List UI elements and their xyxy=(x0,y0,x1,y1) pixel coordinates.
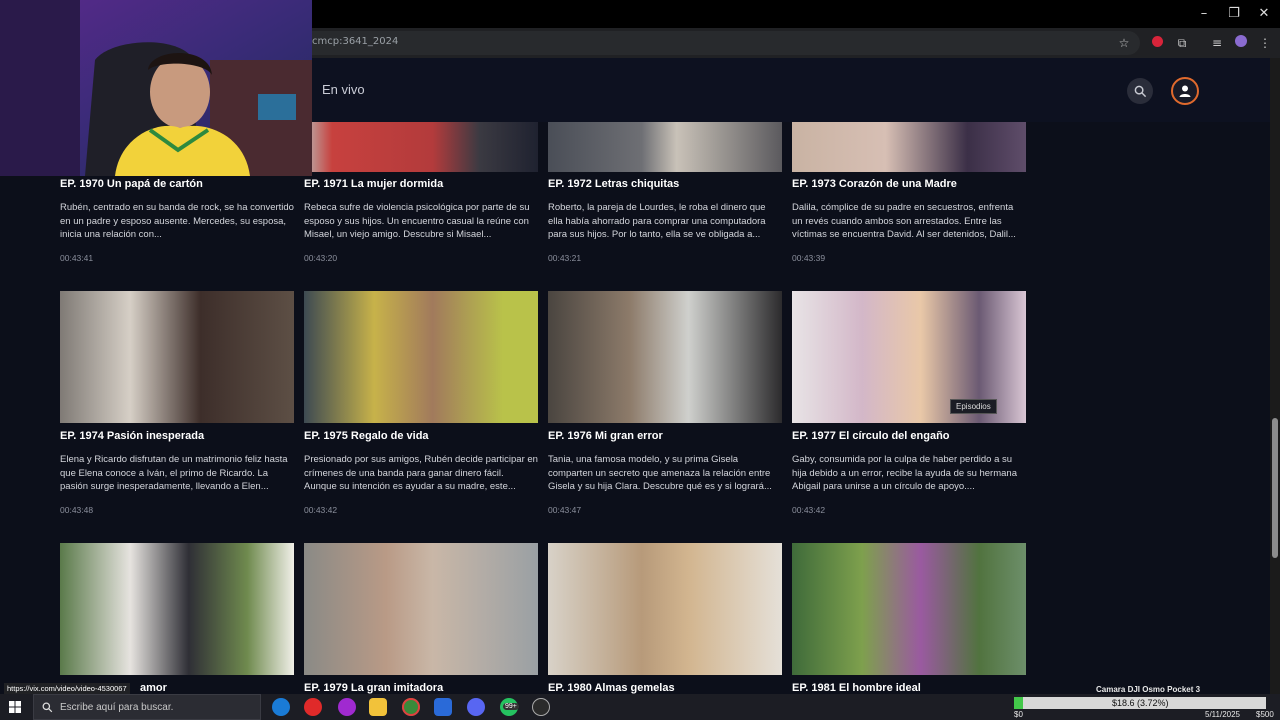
episode-title[interactable]: EP. 1975 Regalo de vida xyxy=(304,430,429,442)
episode-description: Elena y Ricardo disfrutan de un matrimon… xyxy=(60,454,288,492)
search-icon xyxy=(42,702,53,713)
episode-thumbnail[interactable] xyxy=(304,543,538,675)
episode-duration: 00:43:47 xyxy=(548,505,582,515)
scrollbar-thumb[interactable] xyxy=(1272,418,1278,558)
whatsapp-app-icon[interactable]: 99+ xyxy=(500,698,519,716)
episode-card[interactable]: EP. 1979 La gran imitadora xyxy=(304,543,538,694)
episode-title[interactable]: EP. 1981 El hombre ideal xyxy=(792,682,921,694)
taskbar-search-box[interactable]: Escribe aquí para buscar. xyxy=(33,694,261,720)
episode-duration: 00:43:20 xyxy=(304,253,338,263)
episode-thumbnail[interactable] xyxy=(548,291,782,423)
episode-description: Roberto, la pareja de Lourdes, le roba e… xyxy=(548,202,766,240)
episode-duration: 00:43:39 xyxy=(792,253,826,263)
episode-thumbnail[interactable] xyxy=(548,122,782,172)
episode-title[interactable]: EP. 1979 La gran imitadora xyxy=(304,682,443,694)
episode-thumbnail[interactable] xyxy=(792,122,1026,172)
goal-start: $0 xyxy=(1014,710,1023,719)
extensions-puzzle-icon[interactable]: ⧉ xyxy=(1173,34,1191,52)
goal-amount: $18.6 (3.72%) xyxy=(1112,698,1169,708)
episode-title[interactable]: EP. 1973 Corazón de una Madre xyxy=(792,178,957,190)
user-icon xyxy=(1179,85,1191,97)
store-app-icon[interactable] xyxy=(434,698,452,716)
webcam-overlay xyxy=(0,0,312,176)
episode-description: Gaby, consumida por la culpa de haber pe… xyxy=(792,454,1017,492)
discord-app-icon[interactable] xyxy=(467,698,485,716)
chrome-app-icon[interactable] xyxy=(402,698,420,716)
edge-app-icon[interactable] xyxy=(272,698,290,716)
profile-avatar-icon[interactable] xyxy=(1232,34,1250,52)
episode-title[interactable]: amor xyxy=(140,682,167,694)
episode-thumbnail[interactable] xyxy=(304,291,538,423)
notification-badge: 99+ xyxy=(503,703,519,710)
goal-progress-fill xyxy=(1014,697,1024,709)
close-button[interactable]: ✕ xyxy=(1252,4,1276,24)
nav-en-vivo[interactable]: En vivo xyxy=(322,82,365,97)
obs-app-icon[interactable] xyxy=(532,698,550,716)
episode-title[interactable]: EP. 1976 Mi gran error xyxy=(548,430,663,442)
episode-card[interactable]: amor xyxy=(60,543,294,694)
minimize-button[interactable]: – xyxy=(1192,4,1216,24)
taskbar-date: 5/11/2025 xyxy=(1205,710,1240,719)
address-url: cmcp:3641_2024 xyxy=(312,36,399,47)
page-scrollbar[interactable] xyxy=(1270,58,1280,694)
webcam-image xyxy=(0,0,312,176)
episode-title[interactable]: EP. 1970 Un papá de cartón xyxy=(60,178,203,190)
goal-target: $500 xyxy=(1256,710,1274,719)
episode-title[interactable]: EP. 1972 Letras chiquitas xyxy=(548,178,679,190)
episode-thumbnail[interactable] xyxy=(792,543,1026,675)
episode-title[interactable]: EP. 1971 La mujer dormida xyxy=(304,178,443,190)
episode-card[interactable]: EP. 1981 El hombre ideal xyxy=(792,543,1026,694)
bookmark-star-icon[interactable]: ☆ xyxy=(1115,34,1133,52)
link-status-bar: https://vix.com/video/video-4530067 xyxy=(4,683,130,694)
windows-start-icon[interactable] xyxy=(9,701,21,713)
episode-card[interactable]: EP. 1980 Almas gemelas xyxy=(548,543,782,694)
episode-thumbnail[interactable] xyxy=(548,543,782,675)
episode-thumbnail[interactable] xyxy=(60,291,294,423)
episode-duration: 00:43:48 xyxy=(60,505,94,515)
episode-title[interactable]: EP. 1977 El círculo del engaño xyxy=(792,430,950,442)
episode-duration: 00:43:41 xyxy=(60,253,94,263)
episode-grid: EP. 1970 Un papá de cartón Rubén, centra… xyxy=(0,122,1270,694)
episode-title[interactable]: EP. 1980 Almas gemelas xyxy=(548,682,675,694)
extension-red-icon[interactable] xyxy=(1148,34,1166,52)
restore-button[interactable]: ❐ xyxy=(1222,4,1246,24)
search-icon xyxy=(1134,85,1146,97)
episode-description: Rebeca sufre de violencia psicológica po… xyxy=(304,202,530,240)
search-button[interactable] xyxy=(1127,78,1153,104)
episode-duration: 00:43:42 xyxy=(792,505,826,515)
episode-card[interactable]: EP. 1972 Letras chiquitas Roberto, la pa… xyxy=(548,122,782,272)
browser-menu-icon[interactable]: ⋮ xyxy=(1256,34,1274,52)
episode-description: Presionado por sus amigos, Rubén decide … xyxy=(304,454,538,492)
camera-label: Camara DJI Osmo Pocket 3 xyxy=(1096,685,1201,694)
media-control-icon[interactable]: ≡ xyxy=(1208,34,1226,52)
episode-duration: 00:43:21 xyxy=(548,253,582,263)
episode-title[interactable]: EP. 1974 Pasión inesperada xyxy=(60,430,204,442)
episode-description: Dalila, cómplice de su padre en secuestr… xyxy=(792,202,1016,240)
episode-duration: 00:43:42 xyxy=(304,505,338,515)
episode-thumbnail[interactable] xyxy=(304,122,538,172)
episode-card[interactable]: EP. 1976 Mi gran error Tania, una famosa… xyxy=(548,291,782,521)
tooltip-episodios: Episodios xyxy=(950,399,997,414)
episode-card[interactable]: EP. 1974 Pasión inesperada Elena y Ricar… xyxy=(60,291,294,521)
file-explorer-icon[interactable] xyxy=(369,698,387,716)
episode-card[interactable]: EP. 1975 Regalo de vida Presionado por s… xyxy=(304,291,538,521)
episode-card[interactable]: EP. 1973 Corazón de una Madre Dalila, có… xyxy=(792,122,1026,272)
screen: – ❐ ✕ cmcp:3641_2024 ☆ ⧉ ≡ ⋮ En vivo EP.… xyxy=(0,0,1280,720)
episode-description: Tania, una famosa modelo, y su prima Gis… xyxy=(548,454,772,492)
opera-app-icon[interactable] xyxy=(304,698,322,716)
episode-description: Rubén, centrado en su banda de rock, se … xyxy=(60,202,294,240)
profile-button[interactable] xyxy=(1171,77,1199,105)
episode-thumbnail[interactable] xyxy=(60,543,294,675)
episode-card[interactable]: EP. 1971 La mujer dormida Rebeca sufre d… xyxy=(304,122,538,272)
opera-gx-app-icon[interactable] xyxy=(338,698,356,716)
address-bar[interactable]: cmcp:3641_2024 xyxy=(300,31,1140,55)
taskbar-search-placeholder: Escribe aquí para buscar. xyxy=(60,702,174,713)
